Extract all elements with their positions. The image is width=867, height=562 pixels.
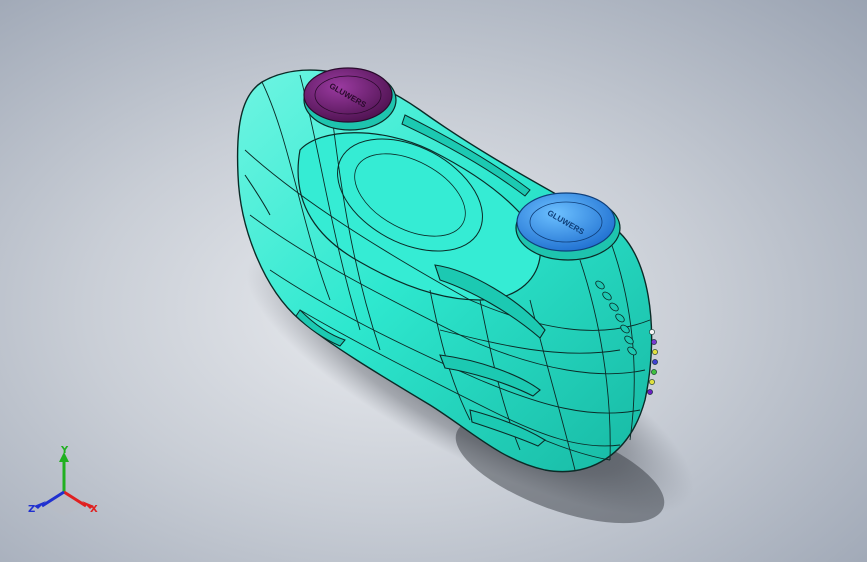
3d-model-view[interactable]: GLUWERS GLUWERS <box>0 0 867 562</box>
tank-body[interactable] <box>236 69 658 473</box>
x-axis-label: X <box>90 504 98 515</box>
front-cap[interactable]: GLUWERS <box>515 192 621 261</box>
z-axis-label: Z <box>28 504 36 515</box>
axis-triad: Y X Z <box>24 445 104 524</box>
rear-cap[interactable]: GLUWERS <box>303 67 397 131</box>
graphics-viewport[interactable]: GLUWERS GLUWERS Y X Z <box>0 0 867 562</box>
y-axis-label: Y <box>61 445 69 456</box>
